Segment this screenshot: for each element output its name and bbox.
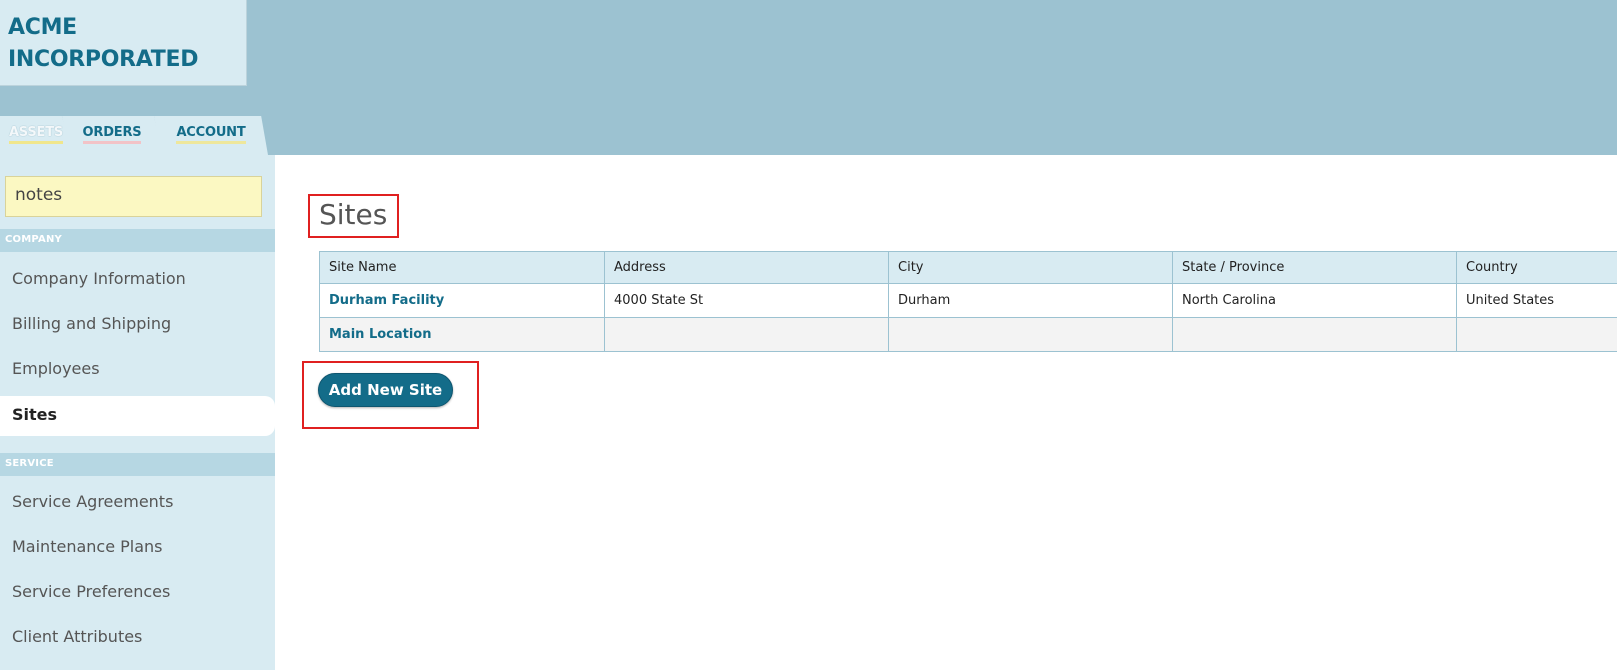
sites-table: Site Name Address City State / Province … [319, 251, 1617, 352]
tab-orders[interactable]: ORDERS [62, 116, 162, 155]
site-country [1456, 317, 1617, 352]
sidebar-item-maintenance-plans[interactable]: Maintenance Plans [0, 528, 275, 568]
page-title: Sites [308, 194, 399, 238]
company-name-line2: INCORPORATED [8, 47, 199, 72]
column-header-city: City [888, 251, 1173, 284]
company-name-line1: ACME [8, 15, 77, 40]
column-header-address: Address [604, 251, 889, 284]
site-state [1172, 317, 1457, 352]
site-address: 4000 State St [604, 283, 889, 318]
sidebar-item-billing-and-shipping[interactable]: Billing and Shipping [0, 305, 275, 345]
site-country: United States [1456, 283, 1617, 318]
site-name-link[interactable]: Main Location [319, 317, 605, 352]
tab-assets[interactable]: ASSETS [0, 116, 72, 155]
site-state: North Carolina [1172, 283, 1457, 318]
table-header-row: Site Name Address City State / Province … [319, 251, 1617, 284]
sidebar-section-company: COMPANY [0, 229, 275, 252]
tab-assets-label: ASSETS [8, 125, 63, 144]
sidebar-item-client-attributes[interactable]: Client Attributes [0, 618, 275, 658]
column-header-country: Country [1456, 251, 1617, 284]
add-new-site-button[interactable]: Add New Site [318, 373, 453, 407]
column-header-site-name: Site Name [319, 251, 605, 284]
tab-account[interactable]: ACCOUNT [154, 116, 268, 155]
sidebar-item-company-information[interactable]: Company Information [0, 260, 275, 300]
site-city: Durham [888, 283, 1173, 318]
sidebar-item-service-preferences[interactable]: Service Preferences [0, 573, 275, 613]
sidebar-item-service-agreements[interactable]: Service Agreements [0, 483, 275, 523]
notes-box[interactable]: notes [5, 176, 262, 217]
site-name-link[interactable]: Durham Facility [319, 283, 605, 318]
tab-account-label: ACCOUNT [176, 125, 246, 144]
column-header-state: State / Province [1172, 251, 1457, 284]
site-city [888, 317, 1173, 352]
table-row: Main Location [319, 317, 1617, 352]
sidebar-item-employees[interactable]: Employees [0, 350, 275, 390]
site-address [604, 317, 889, 352]
sidebar-section-service: SERVICE [0, 453, 275, 476]
tab-orders-label: ORDERS [82, 125, 142, 144]
table-row: Durham Facility 4000 State St Durham Nor… [319, 283, 1617, 318]
sidebar-item-sites[interactable]: Sites [0, 396, 275, 436]
company-logo: ACME INCORPORATED [0, 0, 247, 86]
